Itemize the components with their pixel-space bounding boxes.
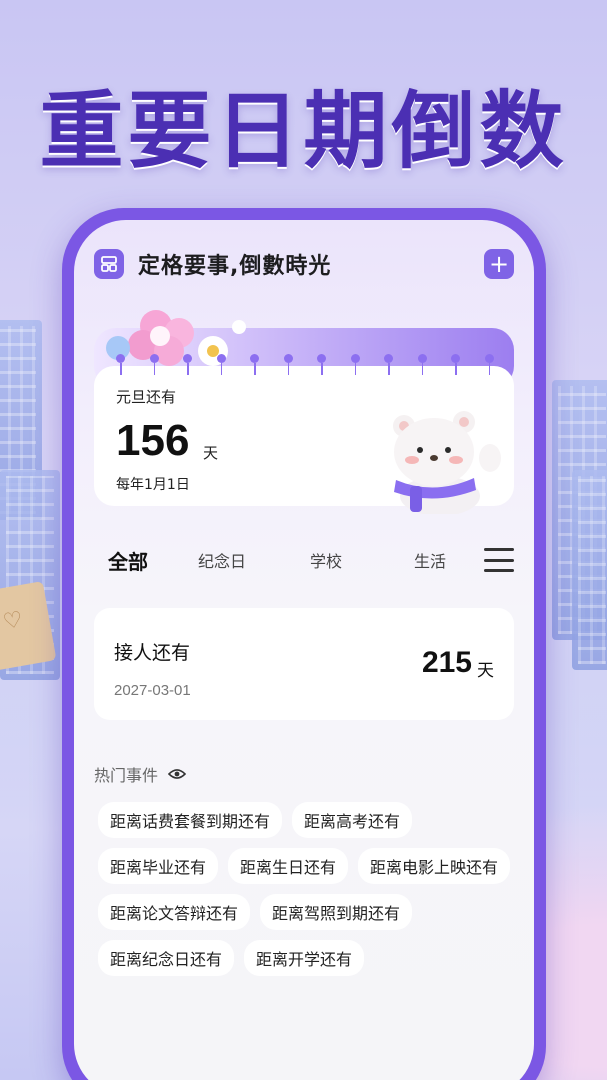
hero-event-date: 每年1月1日 xyxy=(116,477,190,493)
background-building xyxy=(572,470,607,670)
phone-frame: 定格要事,倒數時光 + 元旦还有 156 天 每年1月1日 全部 纪念日 学校 … xyxy=(62,208,546,1080)
hot-event-chip[interactable]: 距离生日还有 xyxy=(228,848,349,884)
event-days-unit: 天 xyxy=(477,661,494,681)
tab-life[interactable]: 生活 xyxy=(378,548,482,572)
event-card[interactable]: 接人还有 2027-03-01 215 天 xyxy=(94,608,514,720)
plus-icon[interactable]: + xyxy=(484,249,514,279)
tab-school[interactable]: 学校 xyxy=(274,548,378,572)
tab-all[interactable]: 全部 xyxy=(94,546,170,575)
hot-event-chip[interactable]: 距离电影上映还有 xyxy=(358,848,511,884)
hot-event-chip[interactable]: 距离纪念日还有 xyxy=(98,940,235,976)
eye-icon[interactable] xyxy=(168,768,187,780)
event-days-count: 215 xyxy=(421,646,472,679)
event-name: 接人还有 xyxy=(114,642,191,664)
grid-icon[interactable] xyxy=(94,249,124,279)
calendar-rings xyxy=(116,354,494,376)
hot-event-chip[interactable]: 距离论文答辩还有 xyxy=(98,894,251,930)
top-bar: 定格要事,倒數時光 + xyxy=(94,244,514,284)
hero-days-unit: 天 xyxy=(203,444,219,462)
hot-events-header: 热门事件 xyxy=(94,762,187,786)
countdown-hero-card[interactable]: 元旦还有 156 天 每年1月1日 xyxy=(94,310,514,514)
hot-event-chip[interactable]: 距离话费套餐到期还有 xyxy=(98,802,283,838)
hot-events-list: 距离话费套餐到期还有 距离高考还有 距离毕业还有 距离生日还有 距离电影上映还有… xyxy=(98,802,514,976)
hero-event-label: 元旦还有 xyxy=(116,388,177,406)
bear-mascot-illustration xyxy=(393,411,501,514)
hero-days-count: 156 xyxy=(116,416,190,465)
event-date: 2027-03-01 xyxy=(114,682,191,699)
hot-event-chip[interactable]: 距离开学还有 xyxy=(244,940,365,976)
hamburger-menu-icon[interactable] xyxy=(484,548,514,572)
hot-events-title: 热门事件 xyxy=(94,766,159,785)
hot-event-chip[interactable]: 距离高考还有 xyxy=(292,802,413,838)
hot-event-chip[interactable]: 距离驾照到期还有 xyxy=(260,894,413,930)
app-screen: 定格要事,倒數時光 + 元旦还有 156 天 每年1月1日 全部 纪念日 学校 … xyxy=(74,220,534,1080)
category-tabs: 全部 纪念日 学校 生活 xyxy=(94,542,514,578)
tab-anniversary[interactable]: 纪念日 xyxy=(170,548,274,572)
hot-event-chip[interactable]: 距离毕业还有 xyxy=(98,848,219,884)
headline: 重要日期倒数 xyxy=(39,82,568,180)
app-title: 定格要事,倒數時光 xyxy=(138,254,332,279)
